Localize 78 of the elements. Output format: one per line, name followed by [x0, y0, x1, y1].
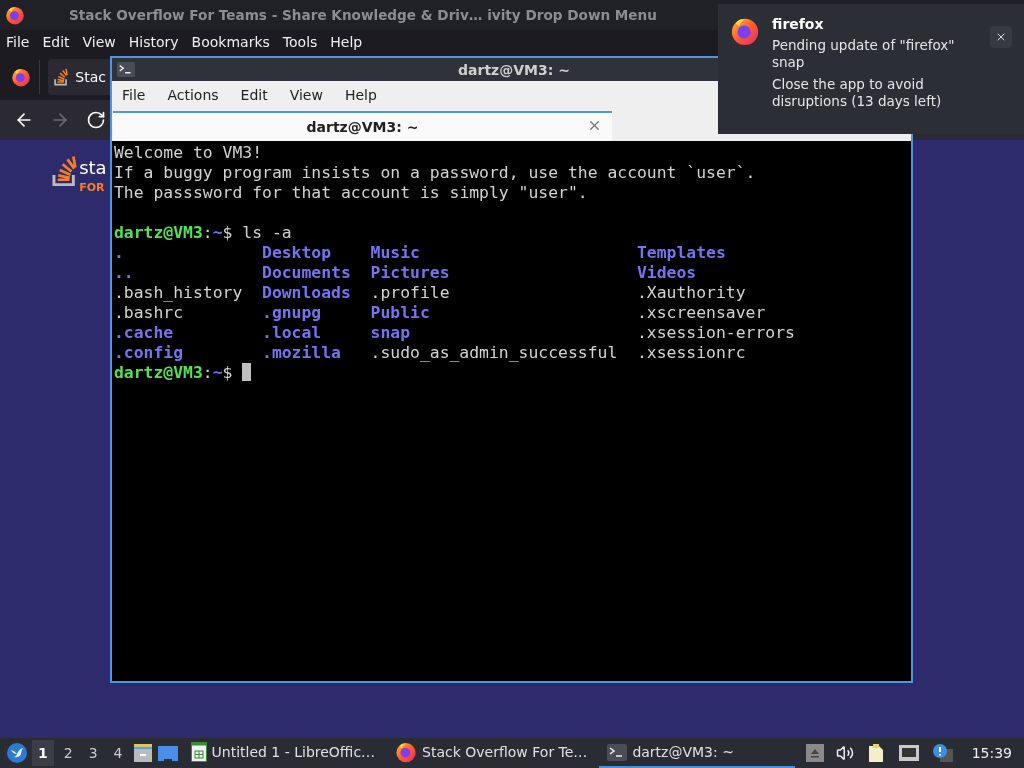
- file-name: .local: [262, 323, 322, 343]
- workspace-button[interactable]: 2: [57, 740, 79, 766]
- window-icon[interactable]: [156, 744, 179, 762]
- workspace-button[interactable]: 3: [82, 740, 104, 766]
- bird-logo-icon[interactable]: [6, 742, 28, 764]
- workspace-button[interactable]: 1: [32, 740, 54, 766]
- workspace-button[interactable]: 4: [107, 740, 129, 766]
- firefox-icon: [5, 5, 25, 25]
- file-name: Pictures: [370, 263, 450, 283]
- command-line: dartz@VM3:~$ ls -a: [114, 223, 292, 242]
- notification-text: Pending update of "firefox" snap: [772, 37, 956, 71]
- firefox-icon: [395, 741, 418, 763]
- network-icon[interactable]: [897, 744, 920, 762]
- menu-item[interactable]: View: [82, 34, 116, 50]
- logo-text: sta: [79, 157, 107, 178]
- prompt: dartz@VM3:~$: [114, 363, 233, 382]
- file-name: snap: [370, 323, 411, 343]
- logo-tag: FOR: [79, 181, 107, 194]
- terminal-icon: [607, 743, 628, 761]
- close-icon[interactable]: [995, 31, 1007, 43]
- menu-item[interactable]: Edit: [240, 87, 268, 103]
- notification-icon[interactable]: [931, 743, 954, 763]
- menu-item[interactable]: Help: [330, 34, 363, 50]
- file-name: .sudo_as_admin_successful: [370, 343, 618, 363]
- volume-icon[interactable]: [835, 744, 854, 762]
- window-title: Stack Overflow For Teams - Share Knowledge & Driv… ivity Drop Down Menu: [69, 7, 657, 23]
- notification-text: Close the app to avoid disruptions (13 days left): [772, 76, 943, 110]
- file-name: .mozilla: [262, 343, 341, 363]
- file-name: Documents: [262, 263, 351, 283]
- menu-item[interactable]: Edit: [42, 34, 70, 50]
- reload-icon[interactable]: [86, 110, 106, 130]
- notification-title: firefox: [772, 16, 825, 32]
- terminal-icon: [117, 61, 135, 78]
- menu-item[interactable]: File: [6, 34, 30, 50]
- taskbar-button[interactable]: Untitled 1 - LibreOffic…: [182, 738, 384, 768]
- file-name: .xsession-errors: [637, 323, 795, 343]
- menu-item[interactable]: Tools: [282, 34, 318, 50]
- file-name: Public: [370, 303, 430, 323]
- file-name: .xscreensaver: [637, 303, 766, 323]
- file-cabinet-icon[interactable]: [132, 743, 153, 763]
- file-name: .bash_history: [114, 283, 243, 303]
- spreadsheet-icon: [190, 742, 207, 762]
- menu-item[interactable]: History: [128, 34, 179, 50]
- output-line: Welcome to VM3!: [114, 143, 263, 162]
- file-name: Downloads: [262, 283, 351, 303]
- file-name: .: [114, 243, 124, 263]
- file-name: ..: [114, 263, 134, 283]
- browser-tab[interactable]: Stac: [48, 59, 110, 95]
- menu-item[interactable]: File: [122, 87, 146, 103]
- file-name: Templates: [637, 243, 726, 263]
- file-name: .config: [114, 343, 184, 363]
- output-line: If a buggy program insists on a password, use the account `user`.: [114, 163, 756, 182]
- close-button[interactable]: [990, 26, 1012, 48]
- file-name: .cache: [114, 323, 174, 343]
- window-title: dartz@VM3: ~: [458, 61, 570, 78]
- file-name: .xsessionrc: [637, 343, 746, 363]
- menu-item[interactable]: View: [289, 87, 323, 103]
- file-name: .gnupg: [262, 303, 322, 323]
- stack-overflow-icon: [54, 68, 70, 86]
- file-name: Desktop: [262, 243, 332, 263]
- menu-item[interactable]: Actions: [167, 87, 219, 103]
- menu-item[interactable]: Bookmarks: [191, 34, 270, 50]
- eject-icon[interactable]: [805, 744, 824, 762]
- file-name: .Xauthority: [637, 283, 746, 303]
- clock[interactable]: 15:39: [965, 745, 1018, 761]
- taskbar-button[interactable]: Stack Overflow For Te…: [387, 738, 596, 768]
- terminal-tab[interactable]: dartz@VM3: ~: [113, 111, 612, 141]
- file-name: .profile: [370, 283, 450, 303]
- cursor: [242, 363, 252, 381]
- file-name: Videos: [637, 263, 697, 283]
- close-icon[interactable]: [587, 118, 602, 133]
- file-name: .bashrc: [114, 303, 184, 323]
- taskbar-button[interactable]: dartz@VM3: ~: [599, 738, 796, 768]
- firefox-icon: [730, 16, 760, 46]
- output-line: The passsword for that account is simply "user".: [114, 183, 588, 202]
- file-name: Music: [370, 243, 420, 263]
- firefox-icon: [11, 67, 31, 87]
- menu-item[interactable]: Help: [344, 87, 377, 103]
